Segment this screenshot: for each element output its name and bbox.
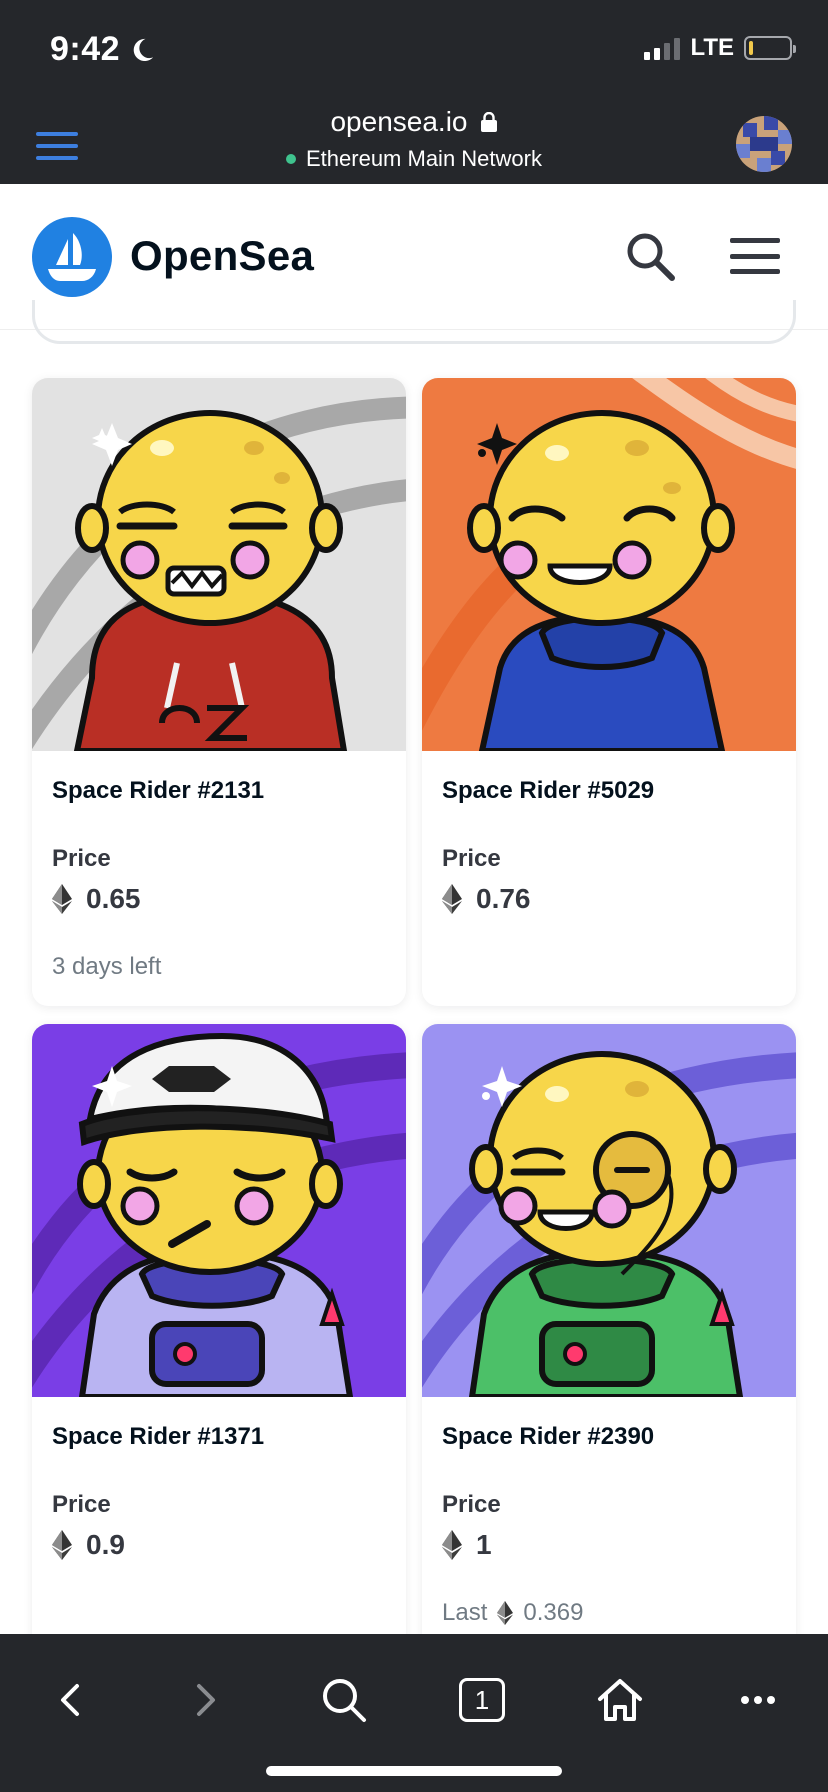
nft-title: Space Rider #1371: [52, 1423, 265, 1450]
lock-icon: [480, 112, 497, 132]
more-button[interactable]: [728, 1670, 788, 1730]
home-button[interactable]: [590, 1670, 650, 1730]
nft-card[interactable]: Space Rider #5029 Price 0.76: [422, 378, 796, 1006]
tab-count: 1: [459, 1678, 505, 1722]
wallet-avatar[interactable]: [736, 116, 792, 172]
nft-image: [32, 378, 406, 751]
home-icon: [598, 1679, 642, 1721]
price-row: 1: [442, 1529, 776, 1561]
ethereum-icon: [52, 884, 72, 914]
ethereum-icon: [497, 1601, 514, 1625]
forward-icon: [197, 1684, 215, 1716]
price-label: Price: [442, 845, 501, 872]
nft-card[interactable]: Space Rider #2390 Price 1 Last 0.369: [422, 1024, 796, 1664]
nft-image: [32, 1024, 406, 1397]
price-value: 0.65: [86, 883, 141, 914]
last-sale-label: Last: [442, 1599, 488, 1626]
status-time-text: 9:42: [50, 30, 121, 68]
network-name: Ethereum Main Network: [306, 146, 542, 171]
ethereum-icon: [442, 884, 462, 914]
time-left-text: 3 days left: [52, 953, 162, 980]
nft-card[interactable]: Space Rider #2131 Price 0.65 3 days left: [32, 378, 406, 1006]
battery-icon: [744, 36, 796, 60]
last-sale: Last 0.369: [442, 1599, 776, 1627]
price-row: 0.65: [52, 883, 386, 915]
price-row: 0.76: [442, 883, 776, 915]
home-indicator[interactable]: [266, 1766, 562, 1776]
nft-image: [422, 1024, 796, 1397]
time-left: 3 days left: [52, 953, 386, 981]
nft-title: Space Rider #2131: [52, 777, 265, 804]
forward-button[interactable]: [176, 1670, 236, 1730]
network-status-dot: [286, 154, 296, 164]
status-indicators: LTE: [644, 34, 796, 62]
filter-bar[interactable]: [32, 300, 796, 344]
nft-title: Space Rider #2390: [442, 1423, 655, 1450]
last-sale-price: 0.369: [523, 1599, 584, 1626]
moon-icon: [133, 38, 154, 61]
screen: 9:42 LTE opensea.io Ethereum Main Networ…: [0, 0, 828, 1792]
nft-image: [422, 378, 796, 751]
nft-card[interactable]: Space Rider #1371 Price 0.9: [32, 1024, 406, 1664]
price-value: 1: [476, 1529, 492, 1560]
price-label: Price: [52, 1491, 111, 1518]
price-value: 0.9: [86, 1529, 125, 1560]
price-value: 0.76: [476, 883, 531, 914]
search-icon: [323, 1679, 366, 1722]
back-icon: [61, 1684, 79, 1716]
ethereum-icon: [52, 1530, 72, 1560]
more-icon: [741, 1696, 775, 1704]
status-time: 9:42: [50, 30, 156, 69]
tabs-button[interactable]: 1: [452, 1670, 512, 1730]
back-button[interactable]: [40, 1670, 100, 1730]
search-button[interactable]: [314, 1670, 374, 1730]
brand-name[interactable]: OpenSea: [130, 232, 314, 280]
ethereum-icon: [442, 1530, 462, 1560]
price-row: 0.9: [52, 1529, 386, 1561]
opensea-logo[interactable]: [32, 217, 112, 297]
browser-top-bar: 9:42 LTE opensea.io Ethereum Main Networ…: [0, 0, 828, 184]
nft-title: Space Rider #5029: [442, 777, 655, 804]
price-label: Price: [442, 1491, 501, 1518]
search-icon[interactable]: [624, 230, 678, 284]
url-text: opensea.io: [330, 106, 468, 137]
carrier-label: LTE: [690, 34, 734, 61]
signal-icon: [644, 36, 681, 60]
price-label: Price: [52, 845, 111, 872]
menu-icon[interactable]: [730, 238, 780, 274]
address-bar[interactable]: opensea.io Ethereum Main Network: [0, 106, 828, 172]
